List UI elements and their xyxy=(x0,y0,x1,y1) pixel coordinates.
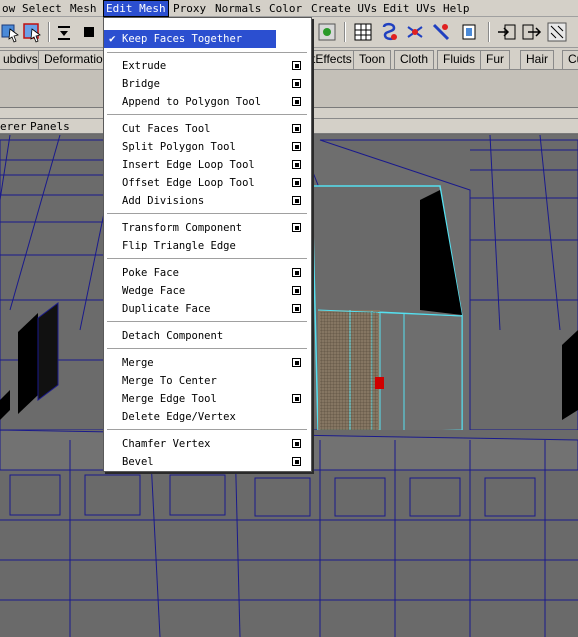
menu-separator xyxy=(107,429,307,431)
menu-item-insert-edge-loop[interactable]: Insert Edge Loop Tool xyxy=(104,156,311,174)
option-box-icon[interactable] xyxy=(292,196,301,205)
menu-separator xyxy=(107,52,307,54)
option-box-icon[interactable] xyxy=(292,124,301,133)
selected-component xyxy=(375,377,384,389)
option-box-icon[interactable] xyxy=(292,79,301,88)
option-box-icon[interactable] xyxy=(292,358,301,367)
panel-menu-renderer[interactable]: erer xyxy=(0,120,27,134)
wall-fin-right xyxy=(562,330,578,420)
option-box-icon[interactable] xyxy=(292,97,301,106)
menu-item-merge-edge-tool[interactable]: Merge Edge Tool xyxy=(104,390,311,408)
menu-separator xyxy=(107,213,307,215)
menu-item-wedge-face[interactable]: Wedge Face xyxy=(104,282,311,300)
menu-create-uvs[interactable]: Create UVs xyxy=(309,1,379,16)
menu-window[interactable]: ow xyxy=(0,1,17,16)
edit-mesh-dropdown: ✔ Keep Faces Together Extrude Bridge App… xyxy=(103,17,312,472)
menu-separator xyxy=(107,321,307,323)
menu-item-flip-triangle-edge[interactable]: Flip Triangle Edge xyxy=(104,237,311,255)
menu-item-bridge[interactable]: Bridge xyxy=(104,75,311,93)
menu-set-icon[interactable] xyxy=(54,21,76,43)
selected-box xyxy=(311,185,463,433)
option-box-icon[interactable] xyxy=(292,394,301,403)
history-icon[interactable] xyxy=(352,21,374,43)
shelf-tab-hair[interactable]: Hair xyxy=(520,50,555,69)
menu-item-extrude[interactable]: Extrude xyxy=(104,57,311,75)
menu-item-detach-component[interactable]: Detach Component xyxy=(104,327,311,345)
menu-item-chamfer-vertex[interactable]: Chamfer Vertex xyxy=(104,435,311,453)
main-menubar: ow Select Mesh Edit Mesh Proxy Normals C… xyxy=(0,0,578,17)
menu-item-transform-component[interactable]: Transform Component xyxy=(104,219,311,237)
shelf-tab-fluids[interactable]: Fluids xyxy=(437,50,482,69)
shelf-tab-toon[interactable]: Toon xyxy=(353,50,392,69)
ipr-render-icon[interactable] xyxy=(404,21,426,43)
menu-proxy[interactable]: Proxy xyxy=(171,1,208,16)
menu-item-merge-to-center[interactable]: Merge To Center xyxy=(104,372,311,390)
menu-item-append-to-polygon[interactable]: Append to Polygon Tool xyxy=(104,93,311,111)
toggle-panel-icon[interactable] xyxy=(546,21,568,43)
shelf-tab-custom[interactable]: Cu xyxy=(562,50,578,69)
menu-separator xyxy=(107,114,307,116)
option-box-icon[interactable] xyxy=(292,61,301,70)
input-output-icon[interactable] xyxy=(458,21,480,43)
option-box-icon[interactable] xyxy=(292,178,301,187)
select-tool-icon[interactable] xyxy=(0,21,22,43)
menu-item-cut-faces[interactable]: Cut Faces Tool xyxy=(104,120,311,138)
menu-help[interactable]: Help xyxy=(441,1,472,16)
make-live-icon[interactable] xyxy=(316,21,338,43)
shelf-tab-fur[interactable]: Fur xyxy=(480,50,510,69)
render-settings-icon[interactable] xyxy=(430,21,452,43)
option-box-icon[interactable] xyxy=(292,142,301,151)
arrow-out-icon[interactable] xyxy=(520,21,542,43)
menu-item-merge[interactable]: Merge xyxy=(104,354,311,372)
menu-item-keep-faces-together[interactable]: ✔ Keep Faces Together xyxy=(104,30,276,48)
menu-edit-uvs[interactable]: Edit UVs xyxy=(381,1,438,16)
shelf-tab-paint-effects[interactable]: tEffects xyxy=(306,50,358,69)
checkmark-icon: ✔ xyxy=(109,32,116,45)
render-icon[interactable] xyxy=(378,21,400,43)
option-box-icon[interactable] xyxy=(292,457,301,466)
option-box-icon[interactable] xyxy=(292,439,301,448)
lasso-icon[interactable] xyxy=(22,21,44,43)
menu-mesh[interactable]: Mesh xyxy=(68,1,99,16)
panel-menu-panels[interactable]: Panels xyxy=(30,120,70,134)
arrow-in-icon[interactable] xyxy=(496,21,518,43)
menu-item-duplicate-face[interactable]: Duplicate Face xyxy=(104,300,311,318)
menu-item-delete-edge-vertex[interactable]: Delete Edge/Vertex xyxy=(104,408,311,426)
menu-separator xyxy=(107,258,307,260)
menu-item-poke-face[interactable]: Poke Face xyxy=(104,264,311,282)
menu-item-offset-edge-loop[interactable]: Offset Edge Loop Tool xyxy=(104,174,311,192)
menu-separator xyxy=(107,348,307,350)
option-box-icon[interactable] xyxy=(292,268,301,277)
option-box-icon[interactable] xyxy=(292,286,301,295)
snap-grid-icon[interactable] xyxy=(78,21,100,43)
option-box-icon[interactable] xyxy=(292,304,301,313)
menu-normals[interactable]: Normals xyxy=(213,1,263,16)
menu-select[interactable]: Select xyxy=(20,1,64,16)
menu-edit-mesh[interactable]: Edit Mesh xyxy=(103,0,169,17)
menu-item-add-divisions[interactable]: Add Divisions xyxy=(104,192,311,210)
option-box-icon[interactable] xyxy=(292,223,301,232)
menu-color[interactable]: Color xyxy=(267,1,304,16)
menu-item-bevel[interactable]: Bevel xyxy=(104,453,311,471)
menu-item-split-polygon[interactable]: Split Polygon Tool xyxy=(104,138,311,156)
option-box-icon[interactable] xyxy=(292,160,301,169)
shelf-tab-cloth[interactable]: Cloth xyxy=(394,50,435,69)
